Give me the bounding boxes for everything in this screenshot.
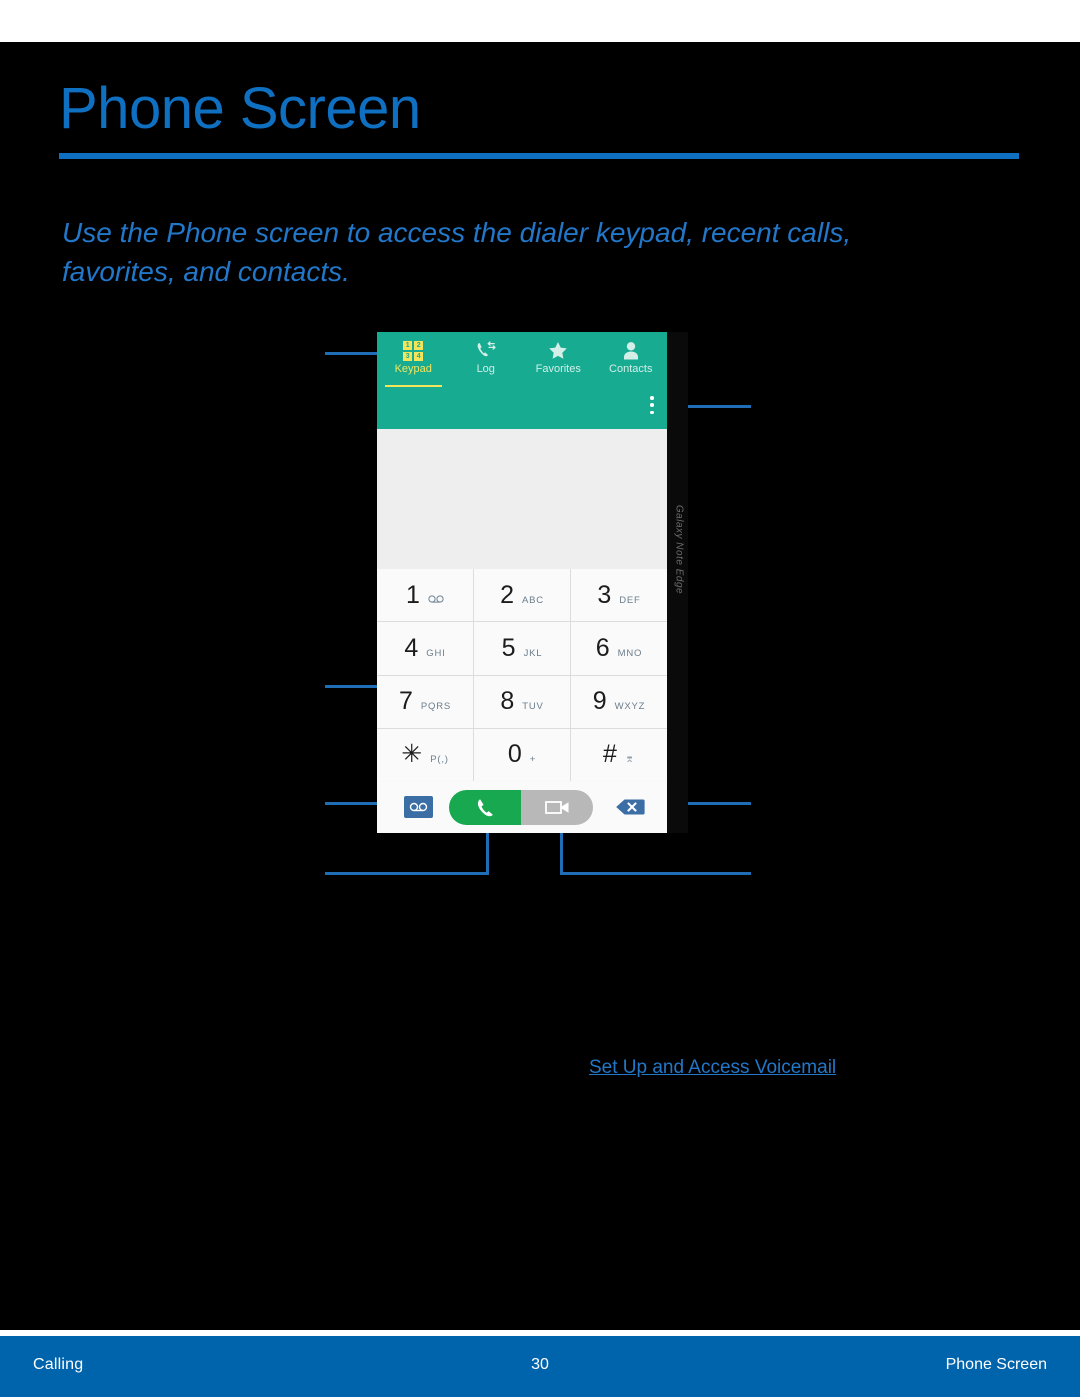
key-7[interactable]: 7 PQRS	[377, 675, 473, 728]
key-sublabel: GHI	[426, 647, 446, 659]
more-options-icon[interactable]	[650, 396, 654, 414]
key-sublabel: JKL	[523, 647, 543, 659]
call-video-pill	[449, 790, 593, 825]
key-sublabel: WXYZ	[614, 701, 646, 713]
key-digit: 1	[406, 580, 420, 609]
number-display-field[interactable]	[377, 429, 667, 569]
voicemail-reference-link[interactable]: Set Up and Access Voicemail	[589, 1057, 836, 1079]
title-divider	[59, 153, 1019, 159]
tab-contacts[interactable]: Contacts	[595, 332, 668, 388]
callout-line-video-vertical	[560, 832, 563, 875]
key-digit: 3	[597, 580, 612, 609]
key-5[interactable]: 5 JKL	[474, 622, 570, 675]
callout-line-call-horizontal	[325, 872, 489, 875]
tab-favorites[interactable]: Favorites	[522, 332, 595, 388]
phone-handset-icon	[477, 798, 493, 816]
key-digit: 0	[507, 740, 522, 769]
callout-line-tabbar	[325, 352, 379, 355]
tab-label-contacts: Contacts	[609, 363, 653, 375]
key-digit: 5	[501, 633, 516, 662]
key-digit: 9	[592, 687, 607, 716]
voicemail-glyph-icon	[428, 594, 444, 603]
video-call-button[interactable]	[521, 790, 593, 825]
key-sublabel: TUV	[522, 701, 544, 713]
person-icon	[621, 340, 641, 361]
backspace-icon	[616, 799, 645, 815]
pause-wait-glyph-icon: ⌆	[624, 753, 635, 766]
key-6[interactable]: 6 MNO	[571, 622, 667, 675]
tab-active-indicator	[385, 385, 442, 387]
phone-display: 1 2 3 4 Keypad Log Favorites Contacts 1 …	[377, 332, 667, 833]
key-digit: 7	[398, 687, 413, 716]
video-camera-icon	[544, 801, 568, 814]
star-icon	[548, 340, 568, 361]
key-sublabel: P(,)	[430, 754, 449, 766]
keypad-icon-digit: 3	[403, 351, 413, 361]
edge-display-strip: Galaxy Note Edge	[667, 332, 688, 833]
dialer-action-bar	[377, 782, 667, 833]
key-sublabel: PQRS	[420, 701, 452, 713]
key-1[interactable]: 1	[377, 569, 473, 622]
key-9[interactable]: 9 WXYZ	[571, 675, 667, 728]
key-0[interactable]: 0 +	[474, 728, 570, 781]
voicemail-icon	[409, 802, 428, 812]
key-star[interactable]: ✳ P(,)	[377, 728, 473, 781]
voicemail-button[interactable]	[404, 796, 433, 818]
page-title: Phone Screen	[59, 76, 421, 141]
key-digit: #	[603, 740, 617, 769]
key-digit: 6	[595, 633, 610, 662]
keypad-grid-icon: 1 2 3 4	[403, 340, 424, 361]
phone-screenshot: 1 2 3 4 Keypad Log Favorites Contacts 1 …	[377, 332, 688, 833]
keypad-icon-digit: 2	[414, 340, 424, 350]
callout-line-video-horizontal	[560, 872, 751, 875]
call-log-icon	[476, 340, 496, 361]
key-pound[interactable]: # ⌆	[571, 728, 667, 781]
keypad-icon-digit: 1	[403, 340, 413, 350]
key-digit: 8	[500, 687, 515, 716]
key-digit: 2	[500, 580, 514, 609]
tab-label-favorites: Favorites	[535, 363, 581, 375]
key-4[interactable]: 4 GHI	[377, 622, 473, 675]
phone-tab-bar: 1 2 3 4 Keypad Log Favorites Contacts	[377, 332, 667, 388]
key-sublabel: DEF	[619, 594, 641, 606]
tab-label-keypad: Keypad	[394, 363, 432, 375]
key-8[interactable]: 8 TUV	[474, 675, 570, 728]
tab-keypad[interactable]: 1 2 3 4 Keypad	[377, 332, 450, 388]
footer-page-number: 30	[531, 1356, 549, 1373]
backspace-delete-button[interactable]	[615, 796, 645, 818]
keypad-icon-digit: 4	[414, 351, 424, 361]
callout-line-call-vertical	[486, 832, 489, 875]
edge-display-label: Galaxy Note Edge	[673, 504, 685, 595]
page-root: Phone Screen Use the Phone screen to acc…	[0, 0, 1080, 1397]
footer-topic-label: Phone Screen	[945, 1356, 1047, 1373]
key-digit: ✳	[401, 740, 423, 769]
tab-log[interactable]: Log	[450, 332, 523, 388]
dial-keypad: 1 2 ABC 3 DEF 4 GHI 5 JKL 6 MNO 7 PQRS 8…	[377, 569, 667, 781]
page-subtitle: Use the Phone screen to access the diale…	[62, 217, 852, 287]
tab-label-log: Log	[476, 363, 495, 375]
key-digit: 4	[404, 633, 419, 662]
key-sublabel: MNO	[617, 647, 643, 659]
phone-app-header: 1 2 3 4 Keypad Log Favorites Contacts	[377, 332, 667, 429]
callout-line-keypad	[325, 685, 381, 688]
key-sublabel: +	[529, 754, 537, 766]
key-2[interactable]: 2 ABC	[474, 569, 570, 622]
key-sublabel: ABC	[521, 594, 544, 606]
key-3[interactable]: 3 DEF	[571, 569, 667, 622]
call-button[interactable]	[449, 790, 521, 825]
